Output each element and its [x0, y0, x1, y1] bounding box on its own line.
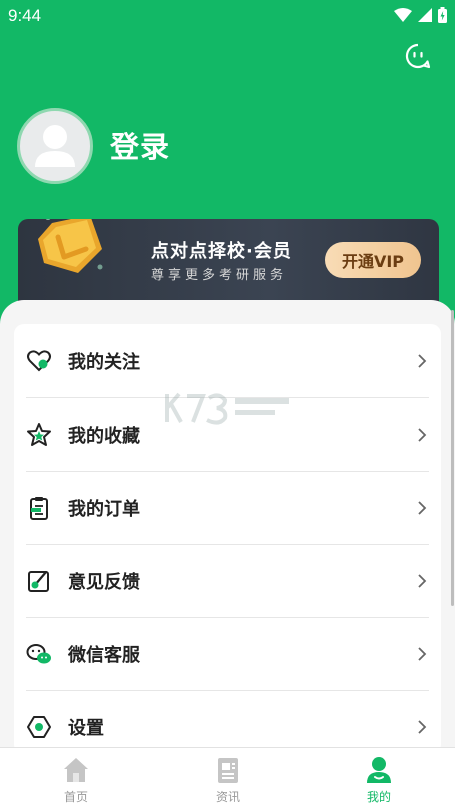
chat-icon [405, 43, 431, 69]
menu-item-label: 意见反馈 [68, 571, 140, 593]
content-panel: 我的关注 我的收藏 我的订单 意见反馈 微信客服 设置 [0, 300, 455, 754]
status-bar: 9:44 [0, 0, 455, 34]
user-placeholder-icon [35, 125, 75, 167]
wechat-icon [26, 641, 52, 667]
profile-icon [367, 757, 391, 783]
vip-title: 点对点择校·会员 [151, 241, 292, 262]
chevron-right-icon [418, 427, 427, 442]
chevron-right-icon [418, 500, 427, 515]
battery-icon [438, 7, 447, 23]
tab-label: 首页 [63, 790, 88, 804]
open-vip-button[interactable]: 开通VIP [325, 242, 421, 278]
settings-icon [26, 714, 52, 740]
login-link[interactable]: 登录 [110, 124, 170, 166]
bottom-tab-bar: 首页 资讯 我的 [0, 747, 455, 810]
vip-medal-icon [38, 219, 103, 273]
menu-item-orders[interactable]: 我的订单 [14, 471, 441, 544]
edit-icon [26, 568, 52, 594]
menu-item-feedback[interactable]: 意见反馈 [14, 544, 441, 617]
news-icon [218, 758, 238, 783]
signal-icon [418, 8, 432, 22]
tab-label: 我的 [366, 790, 391, 804]
chevron-right-icon [418, 573, 427, 588]
home-icon [64, 758, 88, 782]
chevron-right-icon [418, 719, 427, 734]
menu-item-label: 我的收藏 [68, 425, 140, 447]
menu-item-follow[interactable]: 我的关注 [14, 324, 441, 397]
menu-item-label: 我的订单 [68, 498, 140, 520]
avatar[interactable] [17, 108, 93, 184]
tab-label: 资讯 [215, 790, 240, 804]
vip-subtitle: 尊享更多考研服务 [151, 268, 288, 283]
watermark-logo [165, 392, 289, 425]
menu-item-label: 我的关注 [68, 351, 140, 373]
menu-item-label: 设置 [68, 717, 104, 739]
menu-list: 我的关注 我的收藏 我的订单 意见反馈 微信客服 设置 [14, 324, 441, 754]
tab-home[interactable]: 首页 [0, 748, 152, 810]
menu-item-label: 微信客服 [68, 644, 140, 666]
heart-icon [26, 348, 52, 374]
chevron-right-icon [418, 353, 427, 368]
wifi-icon [394, 8, 412, 22]
tab-mine[interactable]: 我的 [303, 748, 455, 810]
status-icons [394, 7, 447, 23]
menu-item-wechat-service[interactable]: 微信客服 [14, 617, 441, 690]
status-time: 9:44 [8, 6, 42, 25]
star-icon [26, 422, 52, 448]
tab-news[interactable]: 资讯 [152, 748, 304, 810]
clipboard-icon [26, 495, 52, 521]
chevron-right-icon [418, 646, 427, 661]
message-button[interactable] [404, 42, 432, 70]
scrollbar[interactable] [451, 310, 454, 606]
